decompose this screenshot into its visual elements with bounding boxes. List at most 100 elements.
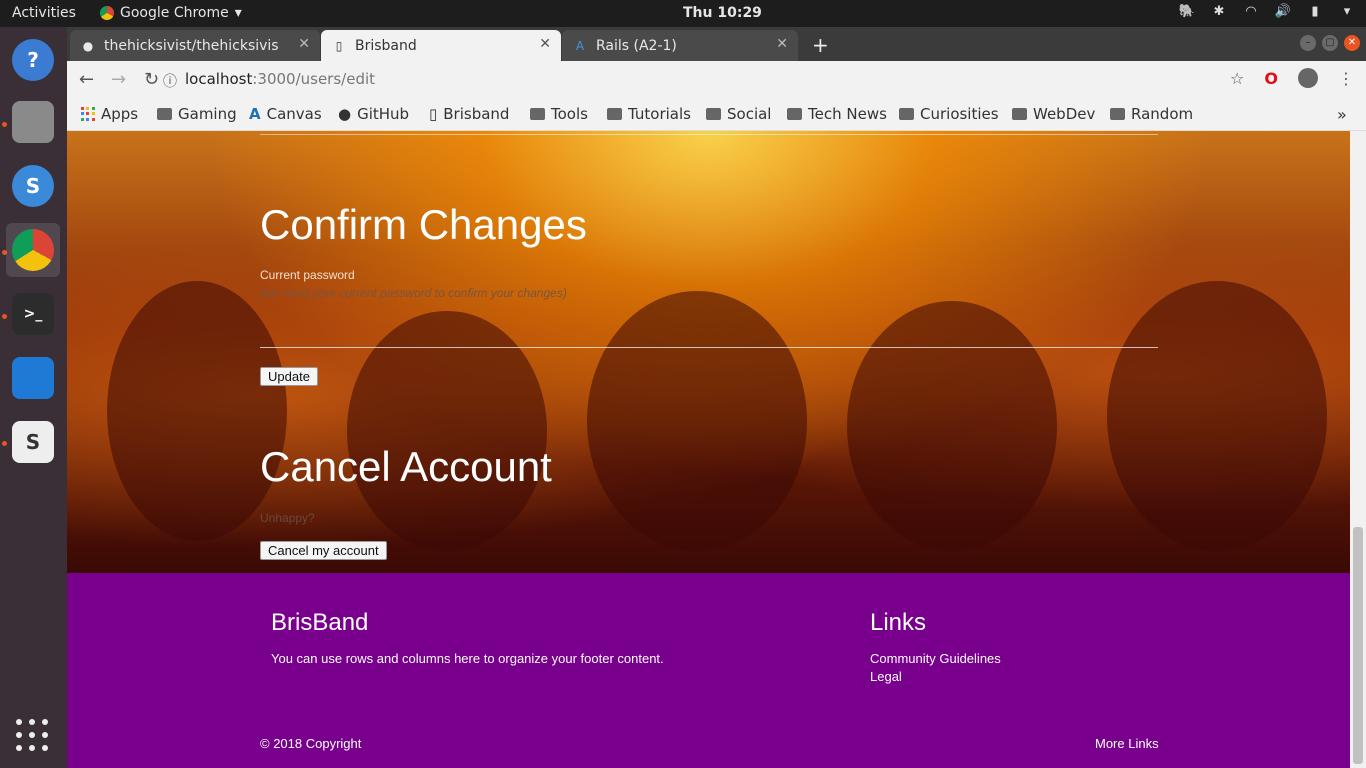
maximize-button[interactable]: ▢ [1322,35,1338,51]
current-password-input[interactable] [260,306,1158,346]
bookmark-star-icon[interactable]: ☆ [1230,69,1244,88]
system-tray: 🐘 ✱ ◠ 🔊 ▮ ▾ [1178,3,1356,21]
folder-icon [1110,108,1125,120]
bookmark-label: Apps [101,105,139,123]
update-button[interactable]: Update [260,367,318,386]
folder-icon [706,108,721,120]
address-bar[interactable]: localhost:3000/users/edit [185,70,375,88]
tab-label: Rails (A2-1) [596,37,677,54]
folder-icon [530,108,545,120]
info-icon[interactable]: ⓘ [163,71,177,91]
bookmark-label: GitHub [357,105,410,123]
close-icon[interactable]: ✕ [298,36,310,52]
profile-avatar[interactable] [1298,68,1318,88]
cancel-account-heading: Cancel Account [260,443,552,490]
toolbar-right: ☆ O ⋮ [1230,68,1354,88]
simplenote-icon: S [12,165,54,207]
menu-icon[interactable]: ⋮ [1338,69,1354,88]
bookmark-github[interactable]: ● GitHub [338,105,409,123]
clock[interactable]: Thu 10:29 [683,5,762,21]
current-password-label: Current password [260,268,355,282]
input-underline [260,347,1158,348]
new-tab-button[interactable]: + [812,33,829,57]
dock-help[interactable]: ? [6,33,60,87]
close-icon[interactable]: ✕ [776,36,788,52]
dock-chrome[interactable] [6,223,60,277]
bookmark-social[interactable]: Social [706,105,771,123]
bookmark-label: Tech News [808,105,887,123]
tab-label: thehicksivist/thehicksivis [104,37,279,54]
activities-button[interactable]: Activities [12,5,76,21]
bookmark-webdev[interactable]: WebDev [1012,105,1095,123]
back-icon[interactable]: ← [79,69,94,90]
tab-label: Brisband [355,37,417,54]
copyright-text: © 2018 Copyright [260,736,362,751]
bookmark-label: WebDev [1033,105,1096,123]
settings-icon[interactable]: ✱ [1210,3,1228,21]
slack-icon: S [12,421,54,463]
github-icon: ● [82,38,94,53]
close-icon[interactable]: ✕ [539,36,551,52]
more-links-link[interactable]: More Links [1095,736,1159,751]
volume-icon[interactable]: 🔊 [1274,3,1292,21]
footer-links-title: Links [870,609,927,636]
bookmark-curiosities[interactable]: Curiosities [899,105,999,123]
chrome-icon [100,6,114,20]
page-scrollbar[interactable] [1350,131,1366,768]
apps-icon [81,107,95,121]
tab-github[interactable]: ● thehicksivist/thehicksivis ✕ [70,30,320,61]
dock-terminal[interactable]: >_ [6,287,60,341]
bookmark-apps[interactable]: Apps [81,105,138,123]
scrollbar-thumb[interactable] [1353,527,1363,764]
bookmarks-overflow-icon[interactable]: » [1337,105,1347,124]
folder-icon [157,108,172,120]
bookmark-tech-news[interactable]: Tech News [787,105,887,123]
dock-simplenote[interactable]: S [6,159,60,213]
bookmark-tools[interactable]: Tools [530,105,588,123]
show-applications-icon[interactable] [16,719,50,753]
minimize-button[interactable]: – [1300,35,1316,51]
window-controls: – ▢ ✕ [1300,35,1360,51]
help-icon: ? [12,39,54,81]
postgres-icon[interactable]: 🐘 [1178,3,1196,21]
bookmark-label: Social [727,105,772,123]
app-name-label: Google Chrome [120,5,229,21]
current-password-hint: (we need your current password to confir… [260,286,567,300]
dock-vscode[interactable] [6,351,60,405]
tab-rails[interactable]: A Rails (A2-1) ✕ [562,30,798,61]
dock-files[interactable] [6,95,60,149]
battery-icon[interactable]: ▮ [1306,3,1324,21]
bookmark-gaming[interactable]: Gaming [157,105,237,123]
reload-icon[interactable]: ↻ [144,69,159,90]
forward-icon[interactable]: → [111,69,126,90]
bookmark-random[interactable]: Random [1110,105,1193,123]
link-community-guidelines[interactable]: Community Guidelines [870,651,1001,666]
bookmark-tutorials[interactable]: Tutorials [607,105,691,123]
chevron-down-icon: ▾ [234,5,242,21]
url-path: :3000/users/edit [252,70,376,88]
terminal-icon: >_ [12,293,54,335]
chevron-down-icon[interactable]: ▾ [1338,3,1356,21]
page-footer: BrisBand You can use rows and columns he… [67,573,1350,768]
page-viewport: Confirm Changes Current password (we nee… [67,131,1350,768]
folder-icon [899,108,914,120]
page-icon: ▯ [429,105,438,123]
files-icon [12,101,54,143]
dock-slack[interactable]: S [6,415,60,469]
opera-extension-icon[interactable]: O [1264,69,1278,88]
app-menu[interactable]: Google Chrome ▾ [100,5,242,21]
tab-strip: ● thehicksivist/thehicksivis ✕ ▯ Brisban… [67,27,1366,61]
bookmark-canvas[interactable]: A Canvas [249,105,322,123]
bookmark-brisband[interactable]: ▯ Brisband [429,105,509,123]
folder-icon [787,108,802,120]
wifi-icon[interactable]: ◠ [1242,3,1260,21]
vscode-icon [12,357,54,399]
link-legal[interactable]: Legal [870,669,902,684]
confirm-changes-heading: Confirm Changes [260,201,587,248]
cancel-account-button[interactable]: Cancel my account [260,541,387,560]
unhappy-text: Unhappy? [260,511,315,525]
bookmark-label: Gaming [178,105,237,123]
tab-brisband[interactable]: ▯ Brisband ✕ [321,30,561,61]
window-close-button[interactable]: ✕ [1344,35,1360,51]
folder-icon [1012,108,1027,120]
